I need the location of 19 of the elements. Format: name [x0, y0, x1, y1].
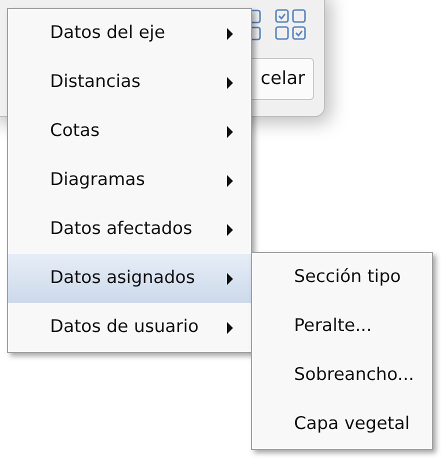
- menu-item[interactable]: Datos del eje: [8, 9, 251, 58]
- submenu-arrow-icon: [226, 124, 234, 138]
- menu-item[interactable]: Capa vegetal: [252, 400, 432, 449]
- submenu-arrow-icon: [226, 320, 234, 334]
- menu-item[interactable]: Datos asignados: [8, 254, 251, 303]
- menu-item[interactable]: Peralte...: [252, 302, 432, 351]
- menu-item[interactable]: Cotas: [8, 107, 251, 156]
- submenu-arrow-icon: [226, 26, 234, 40]
- submenu-arrow-icon: [226, 174, 234, 188]
- submenu-arrow-icon: [226, 76, 234, 90]
- menu-item[interactable]: Datos afectados: [8, 205, 251, 254]
- checkbox-grid-icon: [275, 9, 307, 41]
- submenu-arrow-icon: [226, 272, 234, 286]
- submenu-arrow-icon: [226, 222, 234, 236]
- menu-item[interactable]: Diagramas: [8, 156, 251, 205]
- menu-item[interactable]: Datos de usuario: [8, 303, 251, 352]
- menu-item[interactable]: Sobreancho...: [252, 351, 432, 400]
- checkbox-grid-icon: [252, 9, 262, 41]
- menu-item[interactable]: Sección tipo: [252, 253, 432, 302]
